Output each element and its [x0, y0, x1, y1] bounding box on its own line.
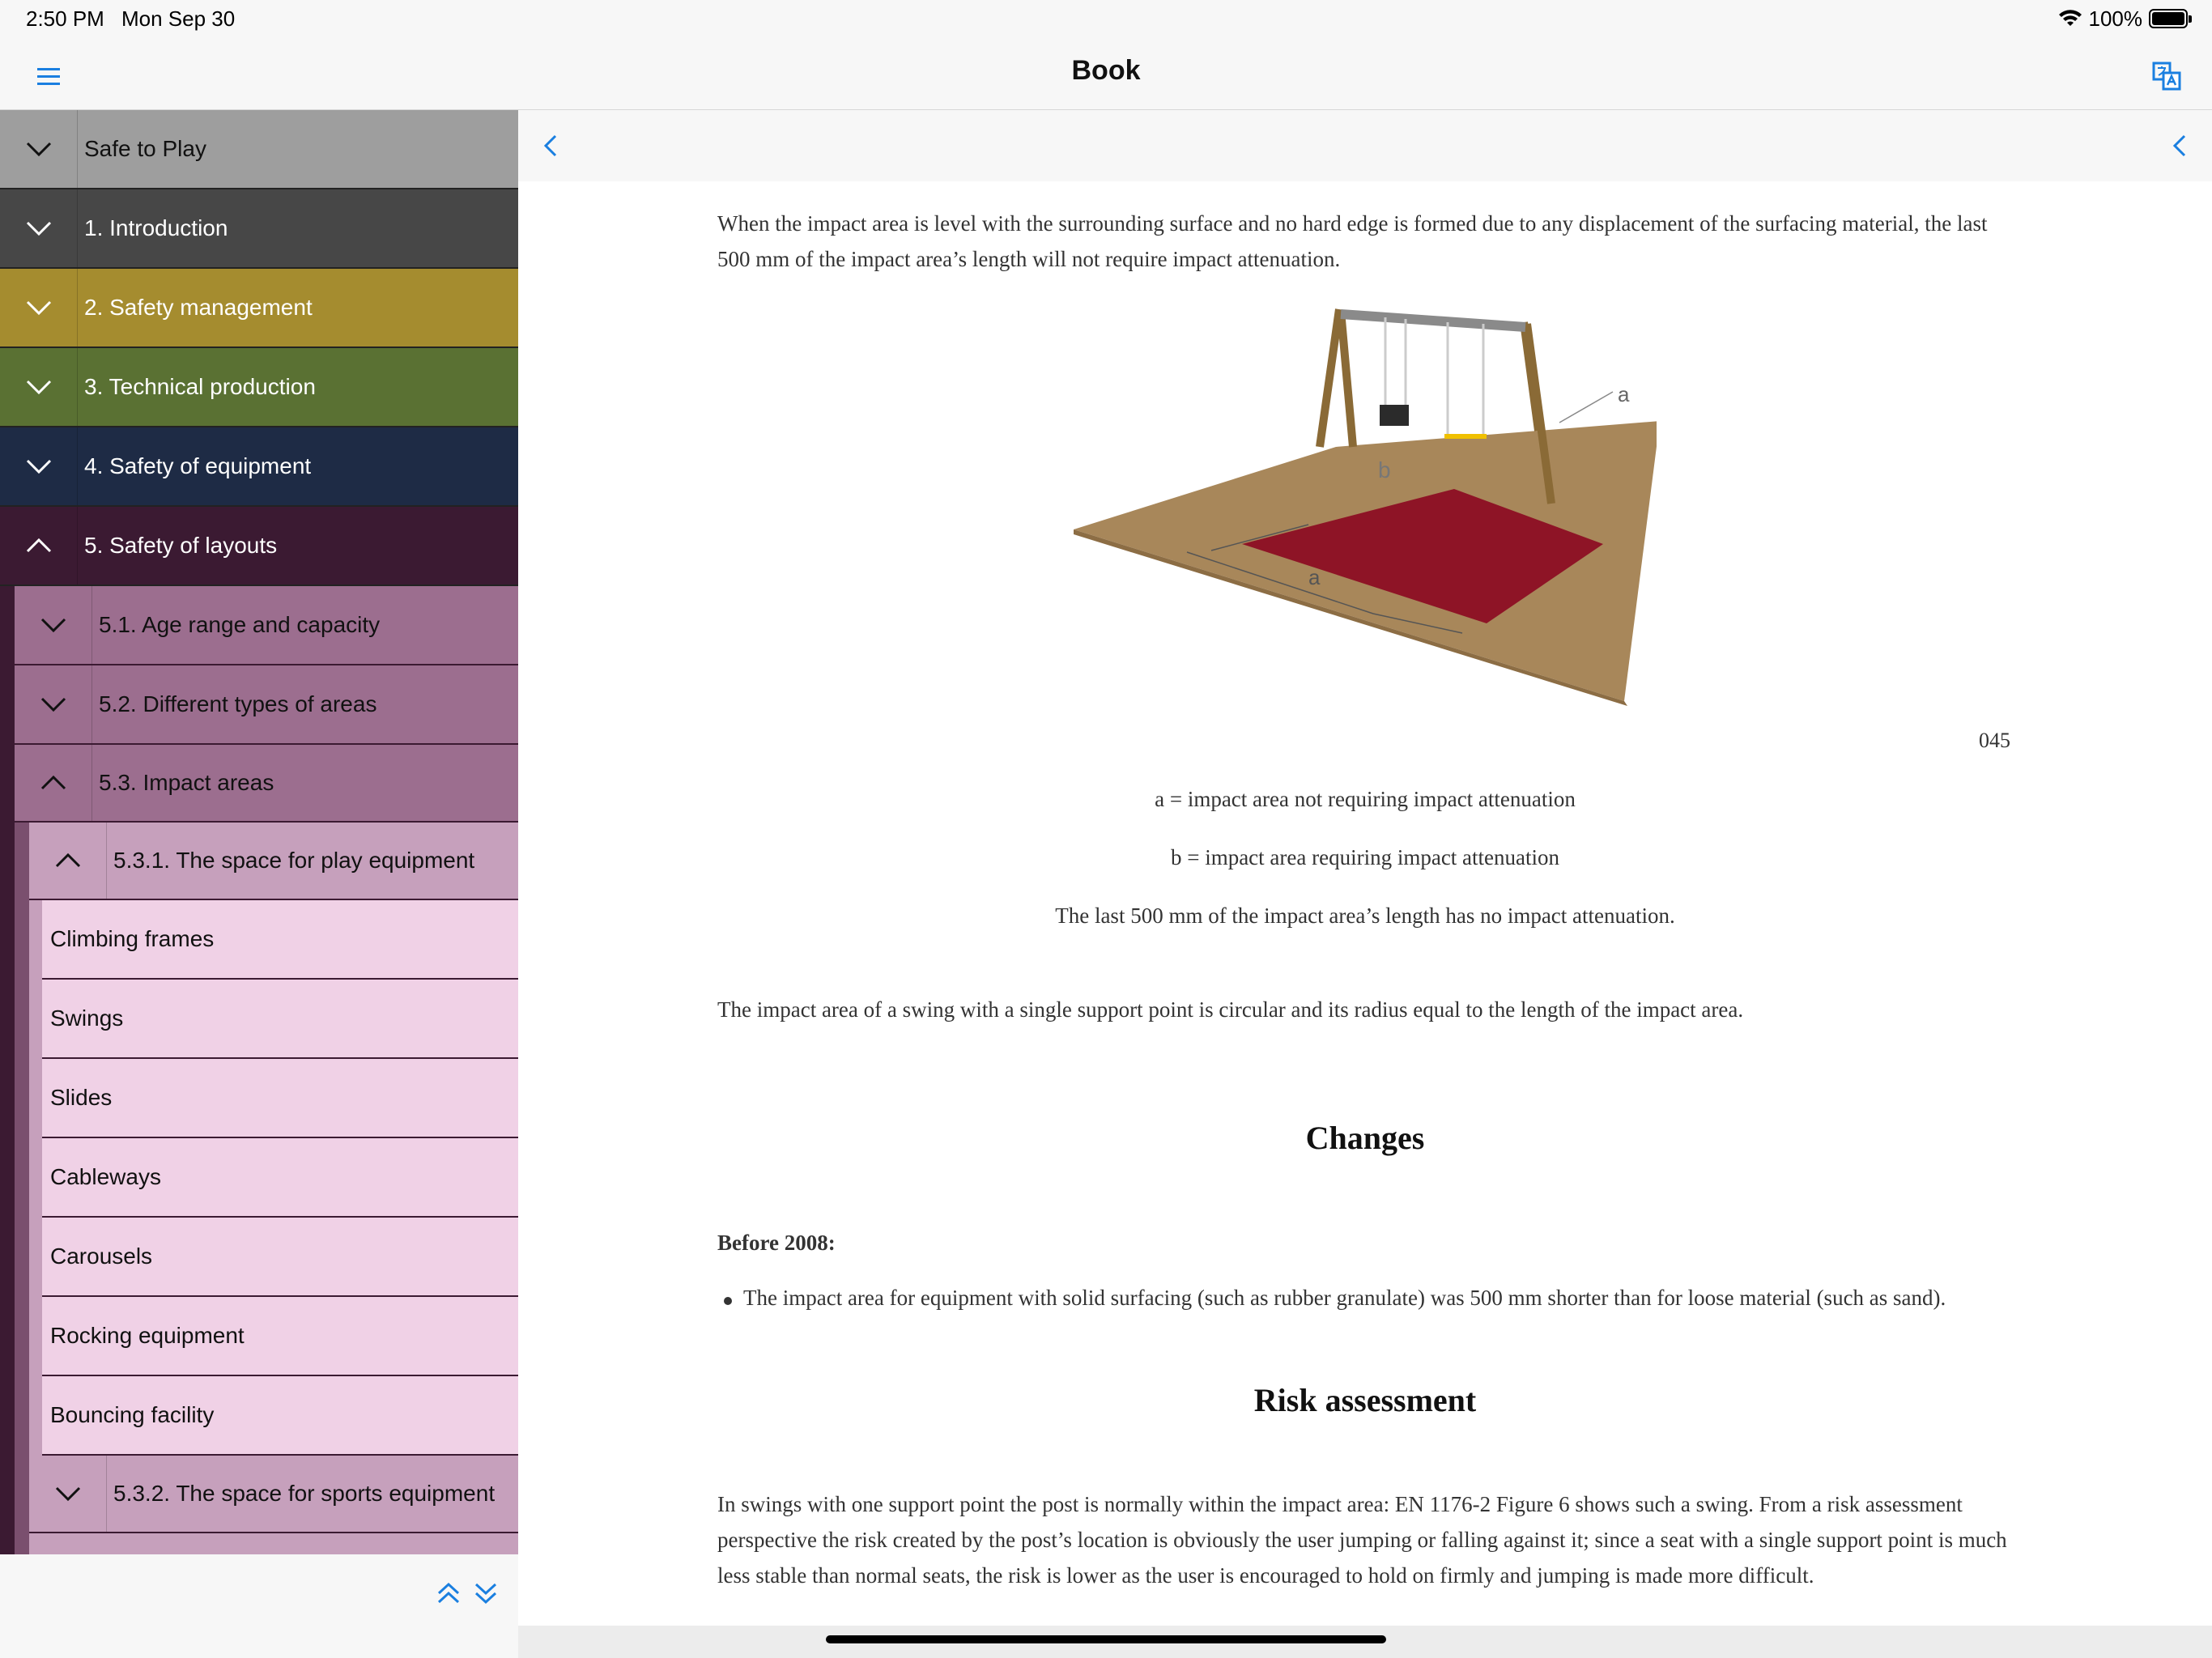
battery-icon: [2149, 9, 2192, 28]
label-a-top: a: [1618, 382, 1630, 406]
sidebar-item-label: Carousels: [50, 1244, 153, 1269]
sidebar-item-label: 5.3.1. The space for play equipment: [113, 848, 475, 873]
sidebar-indent-guide: [15, 823, 29, 1554]
battery-percent: 100%: [2088, 6, 2143, 31]
sidebar-item-label: 4. Safety of equipment: [84, 453, 312, 478]
sidebar-item-label: 5.3.2. The space for sports equipment: [113, 1481, 496, 1506]
chevron-down-icon[interactable]: [0, 348, 78, 426]
chevron-up-icon[interactable]: [29, 823, 107, 899]
chevron-down-icon[interactable]: [0, 110, 78, 188]
sidebar-leaf-guide: [29, 900, 42, 1456]
status-bar: 2:50 PM Mon Sep 30 100%: [0, 0, 2212, 39]
article: When the impact area is level with the s…: [717, 206, 2013, 277]
sidebar-item-safe-to-play[interactable]: Safe to Play: [0, 110, 518, 189]
caption-a: a = impact area not requiring impact att…: [1155, 787, 1576, 811]
sidebar-footer: [0, 1554, 518, 1658]
chevron-down-icon[interactable]: [29, 1456, 107, 1532]
sidebar-item-label: 1. Introduction: [84, 215, 228, 240]
risk-section: In swings with one support point the pos…: [717, 1486, 2013, 1593]
caption-c: The last 500 mm of the impact area’s len…: [1055, 903, 1675, 928]
sidebar-item-label: 2. Safety management: [84, 295, 313, 320]
sidebar-item-technical-production[interactable]: 3. Technical production: [0, 348, 518, 427]
chevron-down-icon[interactable]: [0, 189, 78, 267]
chevron-down-icon[interactable]: [0, 269, 78, 346]
sidebar-item-safety-management[interactable]: 2. Safety management: [0, 269, 518, 348]
sidebar: Safe to Play 1. Introduction 2. Safety m…: [0, 110, 518, 1554]
figure-number: 045: [1979, 729, 2010, 752]
book-content: When the impact area is level with the s…: [518, 181, 2212, 1626]
sidebar-item-safety-of-layouts[interactable]: 5. Safety of layouts: [0, 507, 518, 586]
sidebar-item-label: 5.1. Age range and capacity: [99, 612, 381, 637]
changes-heading: Changes: [1305, 1120, 1425, 1156]
sidebar-item-bouncing-facility[interactable]: Bouncing facility: [42, 1376, 518, 1456]
sidebar-next-row: [29, 1533, 518, 1554]
swing-figure: a b a: [1074, 301, 1660, 706]
intro-paragraph: When the impact area is level with the s…: [717, 211, 1988, 271]
translate-icon[interactable]: [2150, 60, 2183, 92]
sidebar-item-carousels[interactable]: Carousels: [42, 1218, 518, 1297]
before-2008-label: Before 2008:: [717, 1231, 836, 1255]
home-indicator[interactable]: [826, 1635, 1386, 1643]
chevron-up-icon[interactable]: [15, 745, 92, 821]
status-date: Mon Sep 30: [121, 6, 236, 31]
sidebar-item-introduction[interactable]: 1. Introduction: [0, 189, 518, 269]
before-bullet-text: The impact area for equipment with solid…: [743, 1286, 1946, 1310]
sidebar-item-safety-of-equipment[interactable]: 4. Safety of equipment: [0, 427, 518, 507]
chevron-down-icon[interactable]: [15, 586, 92, 664]
status-time: 2:50 PM: [26, 6, 104, 31]
wifi-icon: [2058, 10, 2082, 26]
risk-paragraph: In swings with one support point the pos…: [717, 1492, 2007, 1588]
sidebar-item-label: Rocking equipment: [50, 1323, 245, 1348]
sidebar-item-age-range[interactable]: 5.1. Age range and capacity: [15, 586, 518, 665]
chevron-left-icon[interactable]: [534, 130, 567, 162]
sidebar-item-label: 5. Safety of layouts: [84, 533, 278, 558]
sidebar-item-cableways[interactable]: Cableways: [42, 1138, 518, 1218]
page-title: Book: [1071, 55, 1141, 86]
chevron-left-icon[interactable]: [2163, 130, 2196, 162]
sidebar-item-space-sports-equipment[interactable]: 5.3.2. The space for sports equipment: [29, 1456, 518, 1533]
status-right: 100%: [2058, 5, 2192, 32]
single-support-paragraph: The impact area of a swing with a single…: [717, 997, 1744, 1022]
chevron-down-icon[interactable]: [0, 427, 78, 505]
label-a-bottom: a: [1308, 565, 1321, 589]
sidebar-item-label: Slides: [50, 1085, 113, 1110]
content-toolbar: [518, 110, 2212, 181]
nav-bar: Book: [0, 39, 2212, 110]
sidebar-item-label: Swings: [50, 1005, 124, 1031]
double-chevron-up-icon[interactable]: [432, 1577, 465, 1609]
sidebar-item-slides[interactable]: Slides: [42, 1059, 518, 1138]
sidebar-item-climbing-frames[interactable]: Climbing frames: [42, 900, 518, 980]
sidebar-item-rocking-equipment[interactable]: Rocking equipment: [42, 1297, 518, 1376]
double-chevron-down-icon[interactable]: [470, 1577, 502, 1609]
sidebar-item-label: Cableways: [50, 1164, 161, 1189]
chevron-up-icon[interactable]: [0, 507, 78, 585]
list-item: The impact area for equipment with solid…: [717, 1286, 2045, 1311]
sidebar-item-label: 5.2. Different types of areas: [99, 691, 377, 716]
label-b: b: [1378, 457, 1391, 483]
sidebar-item-types-of-areas[interactable]: 5.2. Different types of areas: [15, 665, 518, 745]
sidebar-item-label: 3. Technical production: [84, 374, 316, 399]
bullet-dot: [724, 1297, 732, 1305]
caption-b: b = impact area requiring impact attenua…: [1170, 845, 1560, 869]
sidebar-item-impact-areas[interactable]: 5.3. Impact areas: [15, 745, 518, 823]
sidebar-item-label: Safe to Play: [84, 136, 206, 161]
swing-illustration: a b a: [1074, 308, 1660, 706]
sidebar-item-space-play-equipment[interactable]: 5.3.1. The space for play equipment: [29, 823, 518, 900]
risk-heading: Risk assessment: [1253, 1382, 1477, 1418]
sidebar-item-label: Bouncing facility: [50, 1402, 215, 1427]
chevron-down-icon[interactable]: [15, 665, 92, 743]
sidebar-item-label: Climbing frames: [50, 926, 215, 951]
sidebar-item-label: 5.3. Impact areas: [99, 770, 274, 795]
sidebar-item-swings[interactable]: Swings: [42, 980, 518, 1059]
